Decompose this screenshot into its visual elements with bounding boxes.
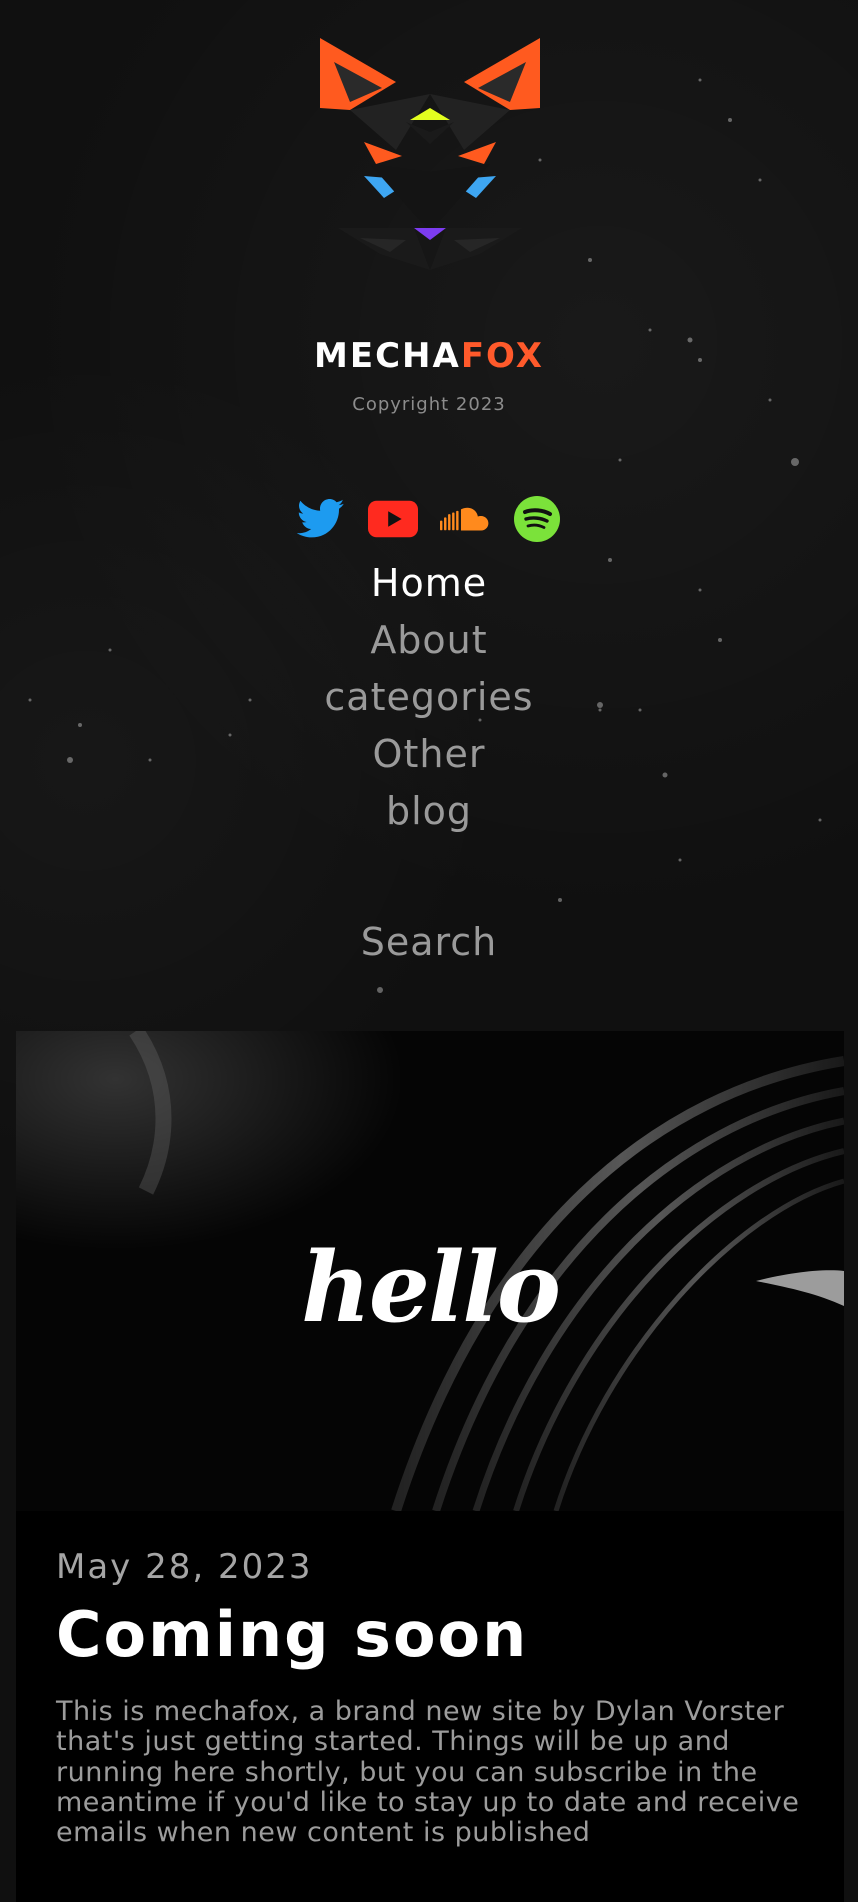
post-date: May 28, 2023 <box>56 1547 313 1587</box>
hero-hello-text: hello <box>301 1231 561 1344</box>
nav-item-other[interactable]: Other <box>0 726 858 783</box>
copyright-text: Copyright 2023 <box>352 394 506 415</box>
wordmark-fox: FOX <box>460 336 544 376</box>
site-header: MECHAFOX Copyright 2023 Home About categ… <box>0 0 858 1030</box>
youtube-link[interactable] <box>368 494 418 544</box>
spotify-icon <box>514 496 560 542</box>
page: MECHAFOX Copyright 2023 Home About categ… <box>0 0 858 1902</box>
soundcloud-icon <box>440 507 489 531</box>
nav-item-home[interactable]: Home <box>0 555 858 612</box>
brand-wordmark[interactable]: MECHAFOX <box>0 336 858 376</box>
spotify-link[interactable] <box>512 494 562 544</box>
post-card[interactable]: hello May 28, 2023 Coming soon This is m… <box>16 1031 844 1902</box>
nav-item-about[interactable]: About <box>0 612 858 669</box>
nav-item-blog[interactable]: blog <box>0 783 858 840</box>
twitter-icon <box>297 499 345 538</box>
mechafox-logo-icon[interactable] <box>310 32 550 272</box>
nav-item-categories[interactable]: categories <box>0 669 858 726</box>
twitter-link[interactable] <box>296 494 346 544</box>
wordmark-mecha: MECHA <box>314 336 461 376</box>
post-title[interactable]: Coming soon <box>56 1600 804 1669</box>
soundcloud-link[interactable] <box>440 494 490 544</box>
search-link[interactable]: Search <box>0 920 858 964</box>
post-excerpt: This is mechafox, a brand new site by Dy… <box>56 1696 800 1849</box>
main-nav: Home About categories Other blog <box>0 555 858 840</box>
youtube-icon <box>368 500 418 538</box>
social-links <box>0 494 858 544</box>
post-hero-image: hello <box>16 1031 844 1511</box>
post-body: May 28, 2023 Coming soon This is mechafo… <box>16 1547 844 1848</box>
